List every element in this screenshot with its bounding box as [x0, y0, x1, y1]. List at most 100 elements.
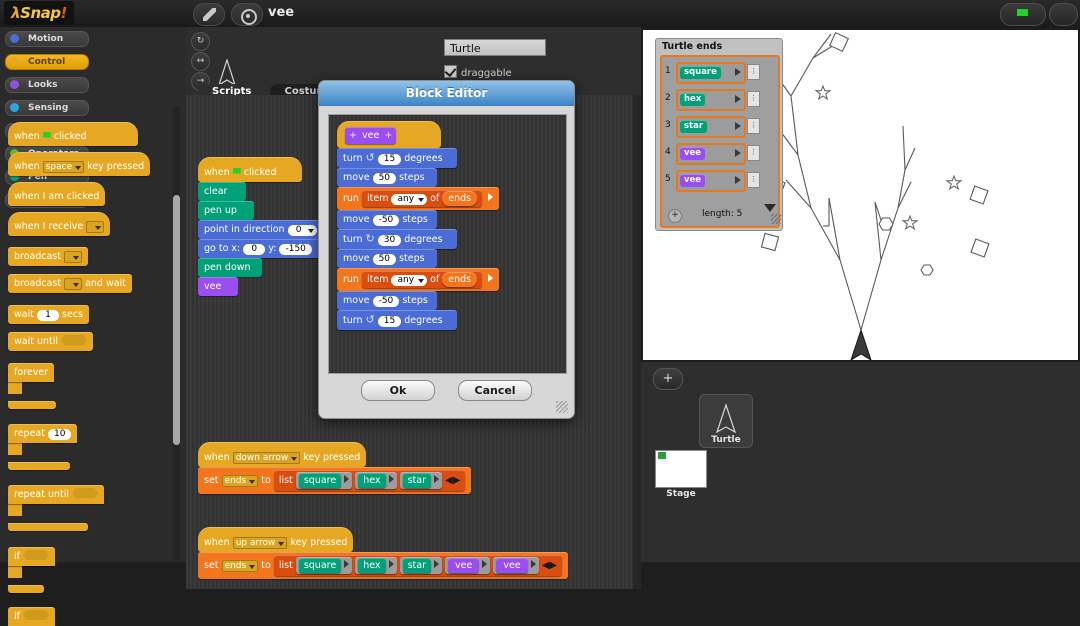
block-prototype-hat[interactable]: + vee +	[337, 121, 441, 148]
corral-sprite-turtle[interactable]: Turtle	[699, 394, 753, 448]
steps-input[interactable]: -50	[373, 215, 400, 226]
palette-block-broadcast[interactable]: broadcast	[8, 247, 88, 266]
list-arrows-icon[interactable]: ◀▶	[445, 475, 460, 486]
palette-block-when-i-am-clicked[interactable]: when I am clicked	[8, 182, 105, 206]
row-cell[interactable]: vee	[676, 143, 746, 165]
stage-canvas[interactable]: Turtle ends 1 square ⋮ 2 hex	[643, 30, 1078, 360]
block-turn-cw-30[interactable]: turn ↻ 30 degrees	[337, 229, 457, 249]
steps-input[interactable]: 50	[373, 173, 396, 184]
expand-arrow-icon[interactable]	[488, 193, 493, 201]
rotate-leftright-icon[interactable]: ↔	[191, 52, 210, 71]
block-move-50-2[interactable]: move 50 steps	[337, 249, 437, 268]
category-motion[interactable]: Motion	[5, 31, 89, 47]
index-dropdown[interactable]: any	[391, 194, 427, 205]
reporter-item-of[interactable]: item any of ends	[362, 190, 482, 207]
block-turn-ccw-15[interactable]: turn ↺ 15 degrees	[337, 148, 457, 168]
expand-arrow-icon[interactable]	[488, 274, 493, 282]
green-flag-button[interactable]	[1000, 3, 1046, 26]
palette-scroll-thumb[interactable]	[173, 195, 180, 445]
palette-block-if-else[interactable]: if	[8, 604, 178, 626]
list-slot[interactable]: square	[296, 557, 352, 574]
block-turn-ccw-15-2[interactable]: turn ↺ 15 degrees	[337, 310, 457, 330]
cell-arrow-icon[interactable]	[735, 68, 741, 76]
block-editor-title[interactable]: Block Editor	[319, 81, 574, 106]
watcher-row[interactable]: 2 hex ⋮	[665, 87, 773, 110]
block-set-ends[interactable]: set ends to list square hex star ◀▶	[198, 467, 471, 494]
cell-arrow-icon[interactable]	[735, 95, 741, 103]
list-item-vee[interactable]: vee	[496, 558, 527, 573]
row-edit-field[interactable]: ⋮	[747, 118, 760, 134]
boolean-slot[interactable]	[23, 550, 49, 560]
list-item-arrow-icon[interactable]	[482, 560, 487, 568]
palette-block-if[interactable]: if	[8, 544, 178, 597]
list-item-arrow-icon[interactable]	[344, 560, 349, 568]
block-when-up-arrow-key-pressed[interactable]: when up arrow key pressed	[198, 527, 353, 552]
palette-block-repeat-until[interactable]: repeat until	[8, 482, 178, 535]
list-item-star[interactable]: star	[403, 473, 431, 488]
watcher-list-body[interactable]: 1 square ⋮ 2 hex ⋮	[660, 55, 780, 228]
key-dropdown[interactable]: space	[43, 161, 84, 173]
block-editor-canvas[interactable]: + vee + turn ↺ 15 degrees move 50 steps	[328, 114, 567, 374]
repeat-count-input[interactable]: 10	[48, 429, 71, 440]
variable-dropdown[interactable]: ends	[222, 475, 259, 487]
palette-block-forever[interactable]: forever	[8, 360, 178, 413]
block-set-ends[interactable]: set ends to list square hex star vee vee…	[198, 552, 568, 579]
list-slot[interactable]: hex	[355, 557, 396, 574]
block-editor-script[interactable]: + vee + turn ↺ 15 degrees move 50 steps	[337, 121, 499, 330]
palette-block-when-flag-clicked[interactable]: when clicked	[8, 122, 138, 146]
reporter-item-of[interactable]: item any of ends	[362, 271, 482, 288]
cell-block-vee[interactable]: vee	[680, 147, 705, 160]
boolean-slot[interactable]	[72, 488, 98, 498]
reporter-list[interactable]: list square hex star ◀▶	[274, 470, 466, 491]
direction-dropdown[interactable]: 0	[288, 225, 317, 236]
row-edit-field[interactable]: ⋮	[747, 172, 760, 188]
list-slot[interactable]: hex	[355, 472, 396, 489]
cancel-button[interactable]: Cancel	[458, 380, 532, 401]
block-vee[interactable]: vee	[198, 277, 238, 296]
draggable-row[interactable]: draggable	[444, 61, 512, 80]
row-cell[interactable]: hex	[676, 89, 746, 111]
row-edit-field[interactable]: ⋮	[747, 64, 760, 80]
block-move-minus50-1[interactable]: move -50 steps	[337, 210, 437, 229]
block-go-to-xy[interactable]: go to x: 0 y: -150	[198, 239, 330, 258]
block-clear[interactable]: clear	[198, 182, 246, 201]
dialog-resize-handle[interactable]	[556, 401, 568, 413]
watcher-row[interactable]: 5 vee ⋮	[665, 168, 773, 191]
row-cell[interactable]: vee	[676, 170, 746, 192]
block-editor-dialog[interactable]: Block Editor + vee + turn ↺ 15 degrees	[318, 80, 575, 419]
category-looks[interactable]: Looks	[5, 77, 89, 93]
list-item-arrow-icon[interactable]	[344, 475, 349, 483]
list-item-arrow-icon[interactable]	[389, 560, 394, 568]
list-slot[interactable]: vee	[493, 557, 538, 574]
list-item-star[interactable]: star	[403, 558, 431, 573]
cell-block-square[interactable]: square	[680, 66, 721, 79]
key-dropdown[interactable]: down arrow	[233, 452, 301, 464]
palette-block-wait-until[interactable]: wait until	[8, 332, 93, 351]
script-main[interactable]: when clicked clear pen up point in direc…	[198, 157, 330, 296]
message-dropdown[interactable]	[64, 278, 82, 290]
reporter-list[interactable]: list square hex star vee vee ◀▶	[274, 555, 562, 576]
sprite-name-input[interactable]: Turtle	[444, 39, 546, 56]
list-item-hex[interactable]: hex	[358, 473, 385, 488]
add-sprite-button[interactable]: +	[653, 368, 683, 390]
palette-block-broadcast-and-wait[interactable]: broadcast and wait	[8, 274, 132, 293]
list-slot[interactable]: star	[400, 557, 442, 574]
block-when-down-arrow-key-pressed[interactable]: when down arrow key pressed	[198, 442, 366, 467]
block-when-flag-clicked[interactable]: when clicked	[198, 157, 302, 182]
row-cell[interactable]: star	[676, 116, 746, 138]
cell-block-hex[interactable]: hex	[680, 93, 705, 106]
category-control[interactable]: Control	[5, 54, 89, 70]
rotate-free-icon[interactable]: ↻	[191, 32, 210, 51]
script-down-arrow[interactable]: when down arrow key pressed set ends to …	[198, 442, 471, 494]
steps-input[interactable]: -50	[373, 296, 400, 307]
degrees-input[interactable]: 15	[378, 316, 401, 327]
list-slot[interactable]: square	[296, 472, 352, 489]
watcher-row[interactable]: 4 vee ⋮	[665, 141, 773, 164]
cell-block-vee[interactable]: vee	[680, 174, 705, 187]
y-input[interactable]: -150	[279, 244, 311, 255]
palette-scrollbar[interactable]	[173, 105, 180, 560]
variable-ends[interactable]: ends	[442, 272, 477, 287]
palette-block-wait-secs[interactable]: wait 1 secs	[8, 305, 89, 324]
stop-button[interactable]	[1049, 3, 1078, 26]
block-pen-up[interactable]: pen up	[198, 201, 254, 220]
